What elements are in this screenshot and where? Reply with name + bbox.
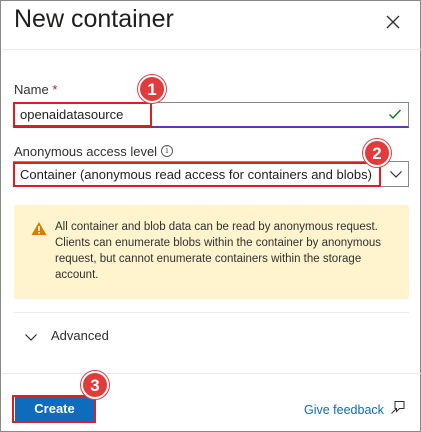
name-input-value: openaidatasource: [20, 107, 124, 122]
name-label: Name *: [14, 82, 57, 97]
give-feedback-link[interactable]: Give feedback: [304, 403, 384, 417]
name-input[interactable]: openaidatasource: [13, 102, 409, 128]
panel-title: New container: [14, 5, 174, 33]
check-icon: [389, 109, 402, 120]
chevron-down-icon[interactable]: [388, 166, 404, 182]
feedback-icon[interactable]: [390, 399, 406, 415]
advanced-label: Advanced: [51, 328, 109, 343]
advanced-section-toggle[interactable]: Advanced: [15, 326, 215, 348]
info-icon[interactable]: i: [161, 145, 173, 157]
access-level-select[interactable]: Container (anonymous read access for con…: [13, 161, 409, 187]
warning-text: All container and blob data can be read …: [55, 221, 382, 281]
annotation-badge-1: 1: [138, 75, 166, 103]
footer-divider: [2, 373, 421, 374]
warning-icon: [31, 222, 47, 235]
close-icon[interactable]: [382, 11, 404, 33]
access-level-selected: Container (anonymous read access for con…: [20, 167, 372, 182]
access-level-label: Anonymous access level: [14, 144, 158, 159]
chevron-down-icon: [25, 334, 37, 341]
name-label-text: Name: [14, 82, 49, 97]
annotation-badge-3: 3: [81, 371, 109, 399]
section-divider: [14, 312, 409, 313]
create-button[interactable]: Create: [15, 397, 94, 421]
new-container-panel: New container Name * openaidatasource 1 …: [0, 0, 421, 432]
required-marker: *: [52, 82, 58, 97]
header-divider: [2, 49, 421, 50]
annotation-badge-2: 2: [363, 139, 391, 167]
warning-message: All container and blob data can be read …: [14, 205, 409, 299]
